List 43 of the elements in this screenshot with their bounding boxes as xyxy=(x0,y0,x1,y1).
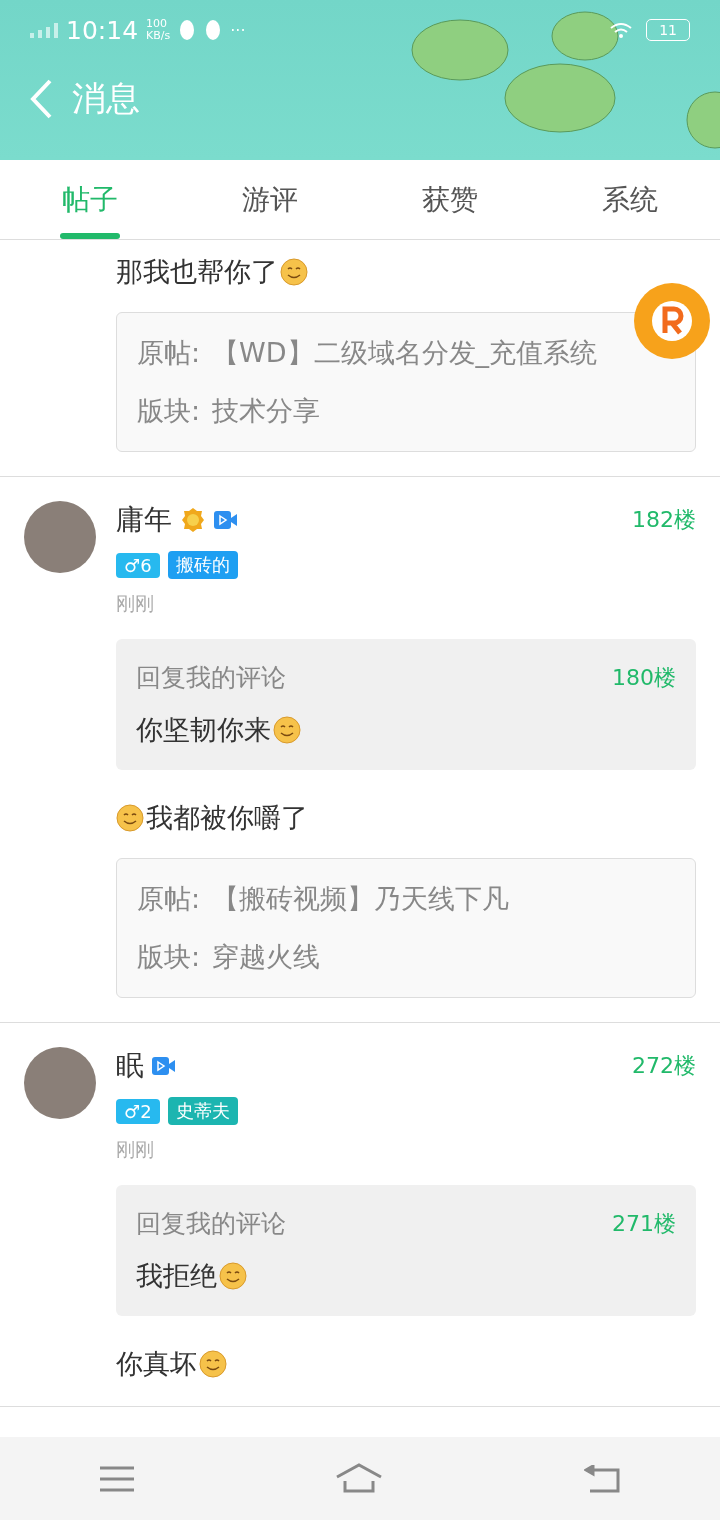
comment-text: 我都被你嚼了 xyxy=(146,801,308,835)
user-name: 眠 xyxy=(116,1048,144,1084)
back-icon[interactable] xyxy=(583,1464,620,1493)
post-time: 刚刚 xyxy=(116,1137,155,1162)
quoted-reply[interactable]: 回复我的评论 271楼 我拒绝 xyxy=(116,1185,696,1316)
comment-text: 那我也帮你了 xyxy=(116,255,278,289)
wifi-icon xyxy=(610,22,633,38)
menu-icon[interactable] xyxy=(100,1465,135,1492)
floor-number: 182楼 xyxy=(632,506,696,534)
section-label: 版块: xyxy=(137,940,201,974)
post-title: 【WD】二级域名分发_充值系统 xyxy=(212,336,598,370)
section-name: 穿越火线 xyxy=(212,940,321,974)
floor-number: 271楼 xyxy=(612,1209,676,1238)
reply-text: 你坚韧你来 xyxy=(136,713,271,747)
status-time: 10:14 xyxy=(66,15,139,45)
reply-text: 我拒绝 xyxy=(136,1259,217,1293)
reply-label: 回复我的评论 xyxy=(136,662,286,694)
r-logo-icon xyxy=(650,299,694,343)
title-tag: 搬砖的 xyxy=(167,551,238,579)
level-tag: ♂6 xyxy=(116,552,160,578)
section-label: 版块: xyxy=(137,394,201,428)
floor-number: 180楼 xyxy=(612,663,676,692)
level-tag: ♂2 xyxy=(116,1098,160,1124)
post-label: 原帖: xyxy=(137,336,201,370)
post-time: 刚刚 xyxy=(116,591,155,616)
page-title: 消息 xyxy=(72,77,140,120)
comment-text: 你真坏 xyxy=(116,1347,197,1381)
floor-number: 272楼 xyxy=(632,1052,696,1080)
network-speed: 100 KB/s xyxy=(146,18,171,42)
section-name: 技术分享 xyxy=(212,394,321,428)
post-title: 【搬砖视频】乃天线下凡 xyxy=(212,882,510,916)
more-indicator: ··· xyxy=(230,20,246,40)
reply-label: 回复我的评论 xyxy=(136,1208,286,1240)
quoted-reply[interactable]: 回复我的评论 180楼 你坚韧你来 xyxy=(116,639,696,770)
home-icon[interactable] xyxy=(335,1462,383,1495)
battery-indicator: 11 xyxy=(646,19,690,41)
tab[interactable]: 获赞 xyxy=(360,160,540,239)
tab[interactable]: 游评 xyxy=(180,160,360,239)
title-tag: 史蒂夫 xyxy=(167,1097,238,1125)
user-name: 庸年 xyxy=(116,502,172,538)
tab[interactable]: 系统 xyxy=(540,160,720,239)
signal-icon xyxy=(30,22,58,38)
post-label: 原帖: xyxy=(137,882,201,916)
